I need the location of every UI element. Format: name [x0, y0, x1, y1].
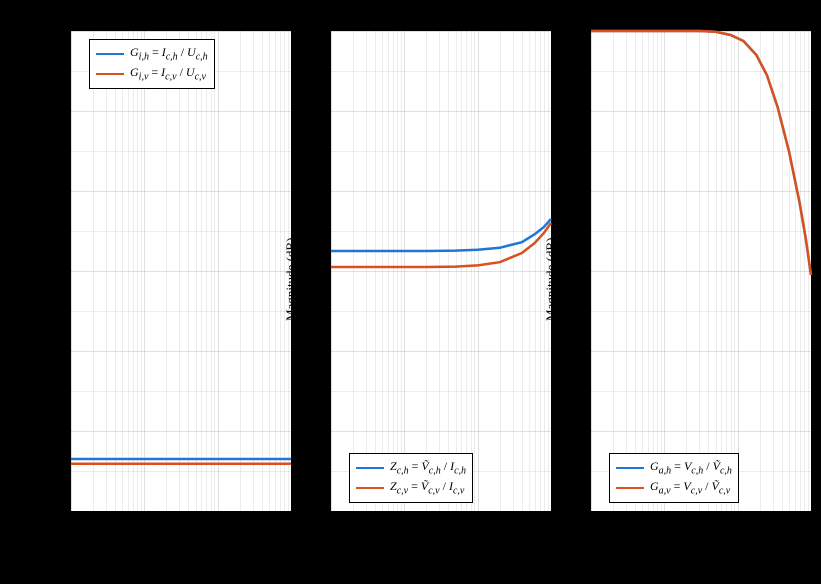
series-line	[331, 223, 551, 267]
xtick-label: 104	[464, 515, 479, 527]
xtick-label: 102	[577, 515, 592, 527]
legend-swatch	[616, 487, 644, 489]
ytick-label: 40	[295, 104, 325, 116]
legend-swatch	[96, 73, 124, 75]
xtick-label: 104	[724, 515, 739, 527]
ytick-label: 20	[555, 184, 585, 196]
ytick-label: 0	[35, 264, 65, 276]
ytick-label: -40	[35, 424, 65, 436]
ytick-label: 40	[35, 104, 65, 116]
figure-root: Current controller-60-40-200204060102103…	[0, 0, 821, 584]
curves-svg	[71, 31, 291, 511]
legend-label: Zc,h = Ṽc,h / Ic,h	[390, 459, 466, 476]
legend-label: Ga,h = Vc,h / Ṽc,h	[650, 459, 732, 476]
ytick-label: -20	[35, 344, 65, 356]
chart-panel-left: Current controller-60-40-200204060102103…	[70, 30, 292, 512]
ytick-label: 20	[35, 184, 65, 196]
panel-title: Amplifier efficiency	[331, 9, 551, 25]
legend-entry: Zc,v = Ṽc,v / Ic,v	[356, 478, 466, 498]
curves-svg	[331, 31, 551, 511]
series-line	[591, 31, 811, 275]
ytick-label: 0	[295, 264, 325, 276]
legend-label: Gi,h = Ic,h / Uc,h	[130, 45, 208, 62]
ytick-label: -40	[295, 424, 325, 436]
xtick-label: 103	[130, 515, 145, 527]
chart-panel-middle: Amplifier efficiency-60-40-2002040601021…	[330, 30, 552, 512]
xtick-label: 103	[650, 515, 665, 527]
xtick-label: 102	[317, 515, 332, 527]
legend-swatch	[96, 53, 124, 55]
legend-swatch	[356, 487, 384, 489]
legend: Ga,h = Vc,h / Ṽc,h Ga,v = Vc,v / Ṽc,v	[609, 453, 739, 503]
ytick-label: 0	[555, 264, 585, 276]
xtick-label: 104	[204, 515, 219, 527]
xtick-label: 105	[277, 515, 292, 527]
legend-entry: Gi,h = Ic,h / Uc,h	[96, 44, 208, 64]
x-axis-label: Frequency (Hz)	[591, 535, 811, 551]
ytick-label: 60	[295, 24, 325, 36]
legend-swatch	[616, 467, 644, 469]
curves-svg	[591, 31, 811, 511]
panel-title: Current controller	[71, 9, 291, 25]
ytick-label: 20	[295, 184, 325, 196]
series-line	[331, 219, 551, 251]
series-line	[591, 31, 811, 275]
grid-line	[591, 511, 811, 512]
ytick-label: 60	[555, 24, 585, 36]
ytick-label: -20	[555, 344, 585, 356]
ytick-label: 60	[35, 24, 65, 36]
legend-swatch	[356, 467, 384, 469]
legend: Gi,h = Ic,h / Uc,h Gi,v = Ic,v / Uc,v	[89, 39, 215, 89]
legend-label: Ga,v = Vc,v / Ṽc,v	[650, 479, 730, 496]
chart-panel-right: Amplifier closed loop-60-40-200204060102…	[590, 30, 812, 512]
xtick-label: 105	[797, 515, 812, 527]
ytick-label: -40	[555, 424, 585, 436]
legend-entry: Ga,v = Vc,v / Ṽc,v	[616, 478, 732, 498]
legend-label: Gi,v = Ic,v / Uc,v	[130, 65, 206, 82]
legend-entry: Zc,h = Ṽc,h / Ic,h	[356, 458, 466, 478]
panel-title: Amplifier closed loop	[591, 9, 811, 25]
x-axis-label: Frequency (Hz)	[71, 535, 291, 551]
xtick-label: 102	[57, 515, 72, 527]
legend-entry: Gi,v = Ic,v / Uc,v	[96, 64, 208, 84]
legend-label: Zc,v = Ṽc,v / Ic,v	[390, 479, 464, 496]
y-axis-label: Magnitude (dB)	[543, 238, 559, 321]
grid-line	[331, 511, 551, 512]
ytick-label: -20	[295, 344, 325, 356]
y-axis-label: Magnitude (dB)	[23, 238, 39, 321]
legend-entry: Ga,h = Vc,h / Ṽc,h	[616, 458, 732, 478]
y-axis-label: Magnitude (dB)	[283, 238, 299, 321]
ytick-label: 40	[555, 104, 585, 116]
xtick-label: 105	[537, 515, 552, 527]
legend: Zc,h = Ṽc,h / Ic,h Zc,v = Ṽc,v / Ic,v	[349, 453, 473, 503]
grid-line	[71, 511, 291, 512]
xtick-label: 103	[390, 515, 405, 527]
x-axis-label: Frequency (Hz)	[331, 535, 551, 551]
